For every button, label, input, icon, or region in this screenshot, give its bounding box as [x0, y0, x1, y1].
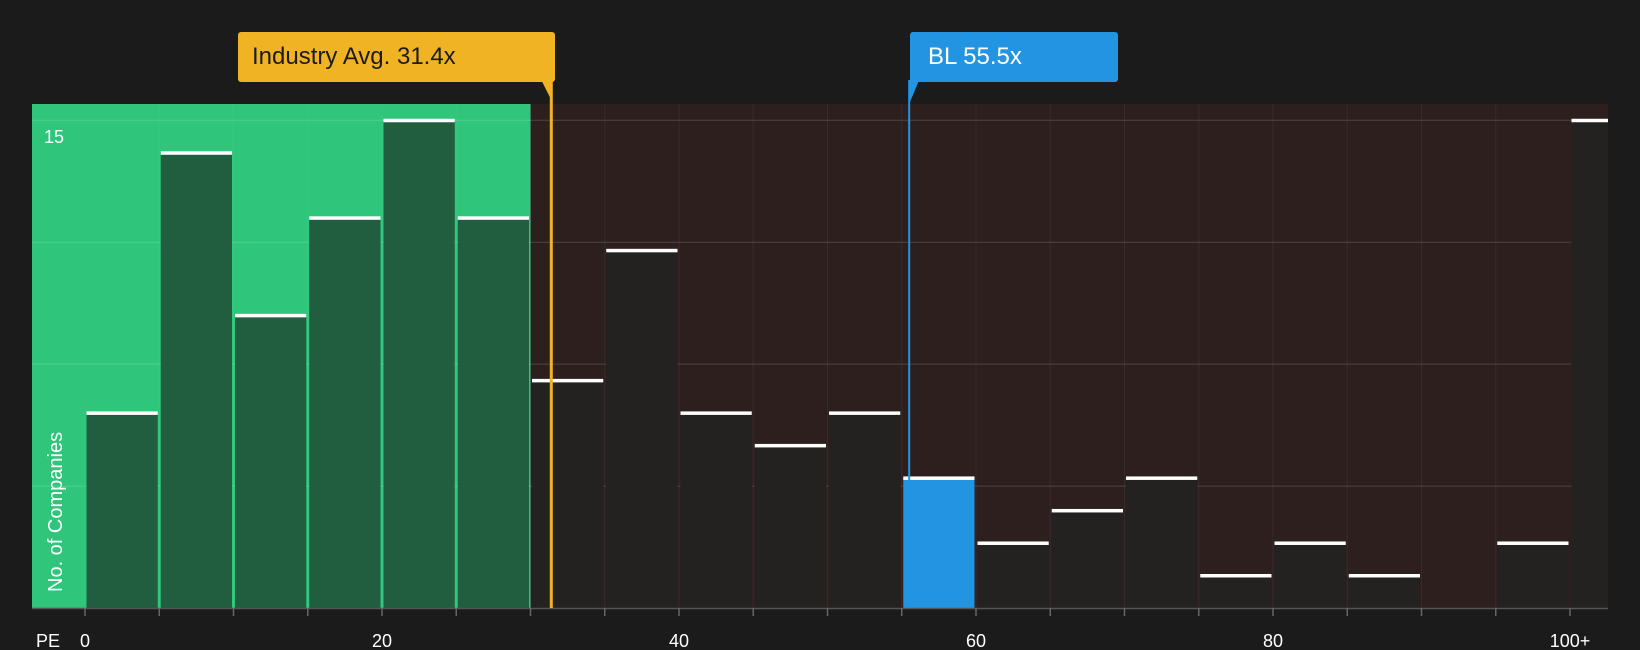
histogram-bar-cap — [680, 411, 752, 415]
histogram-bar — [1497, 542, 1569, 608]
y-axis-label: No. of Companies — [45, 432, 67, 592]
industry-avg-pointer — [541, 80, 552, 100]
x-tick-label: 20 — [372, 631, 392, 650]
histogram-bar — [1274, 542, 1346, 608]
histogram-bar-cap — [1051, 508, 1123, 513]
company-pe-pointer — [909, 80, 920, 104]
histogram-bar — [680, 412, 752, 608]
histogram-bar-cap — [1200, 573, 1272, 578]
histogram-bar — [457, 217, 529, 608]
histogram-bar — [309, 217, 381, 608]
histogram-bar — [1200, 575, 1272, 608]
histogram-bar-cap — [1126, 476, 1198, 480]
x-tick-label: 60 — [966, 631, 986, 650]
histogram-bar-cap — [86, 411, 158, 415]
histogram-bar-cap — [606, 248, 678, 253]
histogram-bar-cap — [1571, 118, 1608, 123]
histogram-bar-cap — [1497, 541, 1569, 545]
histogram-bar — [1348, 575, 1420, 608]
histogram-bar — [383, 120, 455, 609]
x-tick-label: 40 — [669, 631, 689, 650]
histogram-bar — [829, 412, 901, 608]
histogram-bar — [977, 542, 1049, 608]
histogram-bar-cap — [309, 216, 381, 220]
histogram-bar-cap — [829, 411, 901, 415]
histogram-bar-cap — [160, 151, 232, 155]
histogram-bar — [235, 315, 307, 608]
histogram-bar — [754, 445, 826, 608]
histogram-bar — [1126, 477, 1198, 608]
histogram-bar-cap — [235, 313, 307, 318]
x-axis-label: PE — [36, 631, 60, 650]
histogram-bar — [86, 412, 158, 608]
histogram-bar-cap — [754, 443, 826, 448]
histogram-bar-cap — [1274, 541, 1346, 545]
company-pe-callout: BL 55.5x — [910, 32, 1118, 82]
histogram-bar-cap — [532, 378, 604, 383]
x-tick-label: 0 — [80, 631, 90, 650]
histogram-bar-cap — [903, 476, 975, 480]
histogram-bar — [160, 152, 232, 608]
histogram-bar — [1051, 510, 1123, 608]
pe-histogram-chart: 0 20 40 60 80 100+ PE 15 No. of Companies — [32, 80, 1608, 650]
histogram-bar — [532, 380, 604, 608]
x-tick-label: 80 — [1263, 631, 1283, 650]
histogram-bar — [1571, 120, 1608, 609]
industry-avg-callout: Industry Avg. 31.4x — [238, 32, 555, 82]
x-tick-label: 100+ — [1550, 631, 1591, 650]
histogram-bar-cap — [1348, 573, 1420, 578]
histogram-bar-cap — [457, 216, 529, 220]
histogram-bar — [903, 477, 975, 608]
histogram-bar-cap — [977, 541, 1049, 545]
y-tick-label: 15 — [44, 127, 64, 147]
histogram-bar — [606, 250, 678, 609]
histogram-bar-cap — [383, 118, 455, 123]
